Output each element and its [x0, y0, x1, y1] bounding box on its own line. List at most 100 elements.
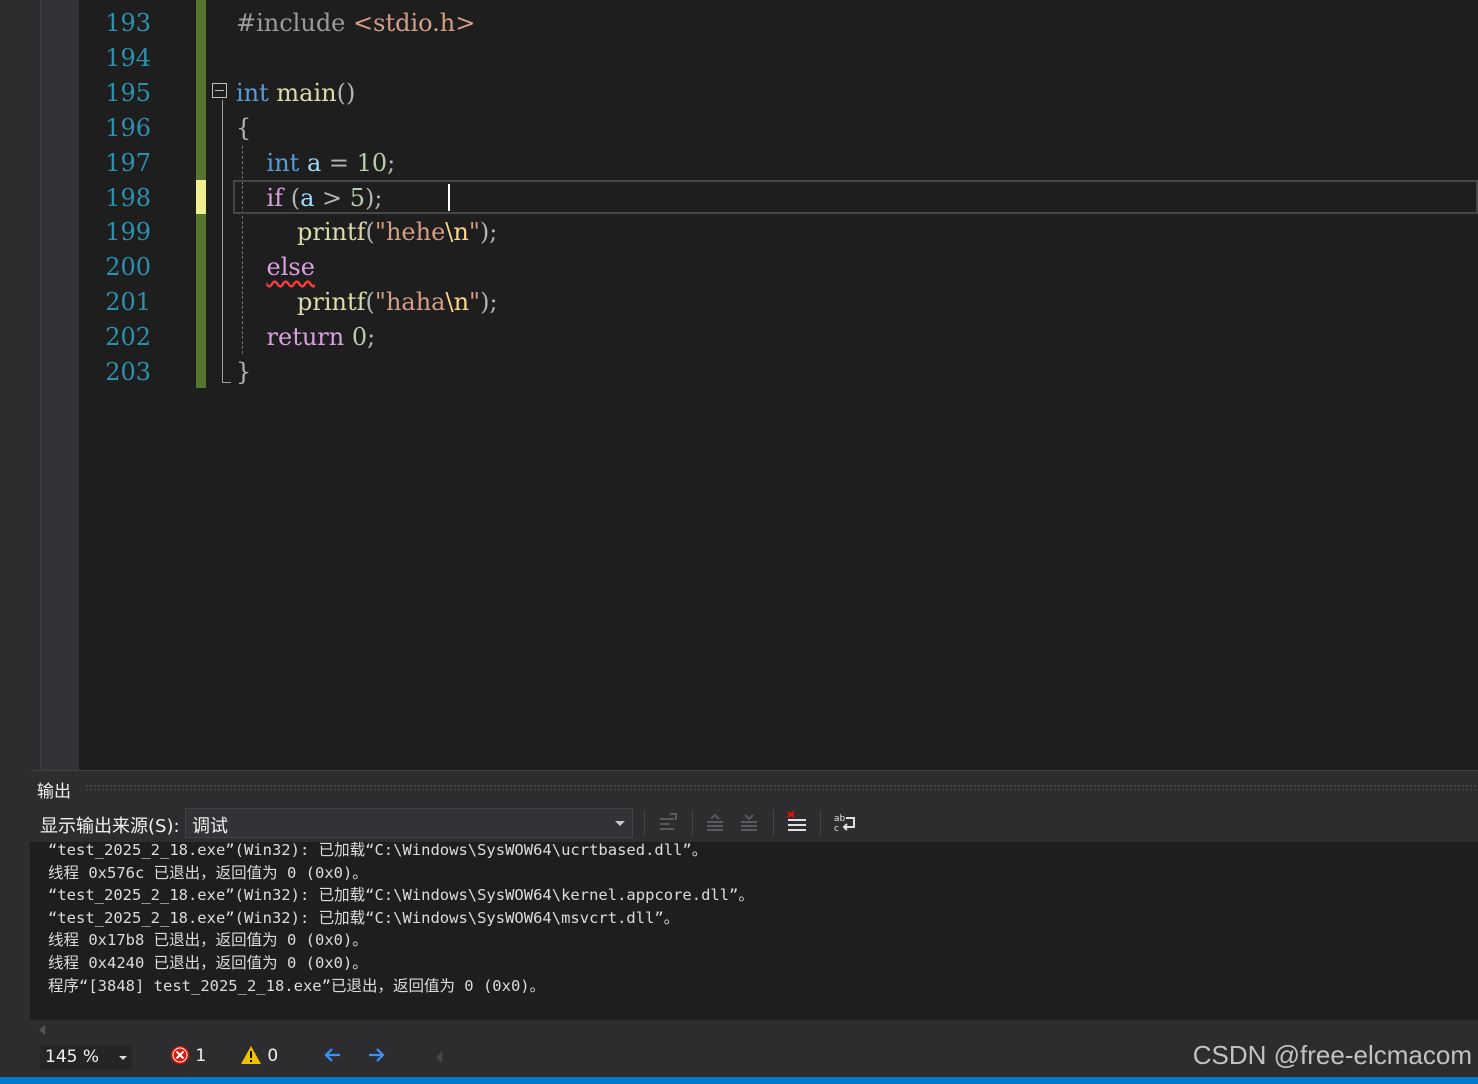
fold-guide-line — [222, 100, 223, 382]
line-number: 197 — [105, 148, 151, 177]
code-token: int — [266, 148, 300, 177]
scroll-left-icon[interactable] — [39, 1025, 45, 1035]
code-line[interactable]: 197 int a = 10; — [79, 146, 1478, 181]
output-line: 线程 0x576c 已退出，返回值为 0 (0x0)。 — [48, 863, 368, 882]
scroll-left-icon[interactable] — [434, 1049, 444, 1069]
chevron-down-icon — [119, 1056, 127, 1060]
next-message-icon[interactable] — [737, 810, 763, 836]
code-line[interactable]: 201 printf("haha\n"); — [79, 285, 1478, 320]
line-number: 200 — [105, 253, 151, 282]
code-line[interactable]: 195 int main() — [79, 76, 1478, 111]
line-number: 199 — [105, 218, 151, 247]
arrow-right-icon[interactable] — [365, 1044, 387, 1071]
line-number: 203 — [105, 358, 151, 386]
line-number: 195 — [105, 78, 151, 107]
code-token: printf — [297, 218, 366, 247]
code-token: <stdio.h> — [353, 9, 476, 37]
output-line: “test_2025_2_18.exe”(Win32): 已加载“C:\Wind… — [48, 841, 708, 859]
output-panel-header[interactable]: 输出 — [30, 770, 1478, 805]
code-token: { — [236, 113, 252, 142]
zoom-level: 145 % — [45, 1047, 100, 1067]
error-count[interactable]: 1 — [170, 1045, 206, 1066]
error-icon — [171, 1046, 189, 1064]
arrow-left-icon[interactable] — [322, 1044, 344, 1071]
toolbar-separator — [820, 810, 821, 836]
line-number: 202 — [105, 323, 151, 352]
warning-count[interactable]: 0 — [240, 1045, 278, 1066]
code-token: ; — [387, 148, 396, 177]
code-text: } — [236, 355, 251, 390]
panel-grip[interactable] — [85, 784, 1478, 790]
output-source-value: 调试 — [192, 816, 228, 837]
output-line: “test_2025_2_18.exe”(Win32): 已加载“C:\Wind… — [48, 908, 680, 927]
output-line: 线程 0x17b8 已退出，返回值为 0 (0x0)。 — [48, 931, 368, 950]
zoom-dropdown[interactable]: 145 % — [40, 1045, 132, 1070]
output-source-dropdown[interactable]: 调试 — [185, 808, 633, 838]
clear-all-icon[interactable] — [784, 810, 810, 836]
word-wrap-icon[interactable]: ab c — [832, 810, 858, 836]
code-token: 0 — [351, 323, 368, 352]
code-line[interactable]: 200 else — [79, 250, 1478, 285]
code-line[interactable]: 203} — [79, 355, 1478, 390]
find-message-in-code-icon[interactable] — [656, 810, 682, 836]
code-token: ; — [367, 323, 376, 352]
code-line[interactable]: 193 #include <stdio.h> — [79, 6, 1478, 41]
current-line-highlight — [233, 180, 1478, 214]
toolbar-separator — [644, 810, 645, 836]
collapse-icon[interactable] — [212, 83, 227, 98]
output-source-label: 显示输出来源(S): — [40, 816, 180, 837]
code-text: printf("hehe\n"); — [236, 215, 497, 250]
code-line[interactable]: 196 { — [79, 111, 1478, 146]
editor-margin — [41, 0, 79, 770]
code-token: main — [276, 78, 337, 107]
code-token: ( — [365, 288, 375, 317]
output-toolbar: 显示输出来源(S): 调试 ab c — [30, 804, 1478, 842]
horizontal-scrollbar[interactable] — [30, 1020, 1478, 1040]
output-line: 线程 0x4240 已退出，返回值为 0 (0x0)。 — [48, 954, 368, 972]
code-line[interactable]: 194 — [79, 41, 1478, 76]
code-text: int a = 10; — [236, 146, 396, 181]
toolbar-separator — [773, 810, 774, 836]
code-line[interactable]: 202 return 0; — [79, 320, 1478, 355]
code-token: "hehe — [374, 218, 446, 247]
code-line[interactable]: 199 printf("hehe\n"); — [79, 215, 1478, 250]
code-token: () — [336, 78, 356, 107]
code-token: printf — [297, 288, 366, 317]
previous-message-icon[interactable] — [703, 810, 729, 836]
code-token: " — [469, 288, 481, 317]
code-text: return 0; — [236, 320, 376, 355]
chevron-down-icon — [615, 821, 625, 826]
svg-text:c: c — [834, 824, 839, 834]
line-number: 193 — [105, 9, 151, 37]
code-text: int main() — [236, 76, 355, 111]
output-panel: 输出 显示输出来源(S): 调试 ab c “test_2025_2_18.exe… — [30, 770, 1478, 1084]
unsaved-change-marker — [196, 180, 206, 214]
code-token: \n — [445, 288, 470, 317]
code-token: " — [468, 218, 480, 247]
code-text: printf("haha\n"); — [236, 285, 498, 320]
fold-guide-end — [222, 382, 231, 383]
code-token: ); — [479, 218, 498, 247]
indent-guide — [242, 146, 243, 354]
window-status-bar — [0, 1077, 1478, 1084]
code-token: } — [236, 358, 252, 386]
code-editor[interactable]: 193 #include <stdio.h> 194 195 int main() 196… — [79, 0, 1478, 770]
code-token: ( — [365, 218, 375, 247]
svg-text:ab: ab — [834, 814, 846, 824]
code-text: { — [236, 111, 251, 146]
code-token: 10 — [356, 148, 388, 177]
output-text-area[interactable]: “test_2025_2_18.exe”(Win32): 已加载“C:\Wind… — [30, 841, 1478, 1020]
output-panel-title: 输出 — [37, 782, 71, 802]
code-token: = — [321, 148, 357, 177]
code-token: return — [266, 323, 345, 352]
line-number: 201 — [105, 288, 151, 317]
error-count-value: 1 — [195, 1046, 207, 1066]
code-token: a — [306, 148, 322, 177]
output-line: “test_2025_2_18.exe”(Win32): 已加载“C:\Wind… — [48, 886, 754, 905]
watermark: CSDN @free-elcmacom — [1192, 1040, 1472, 1070]
